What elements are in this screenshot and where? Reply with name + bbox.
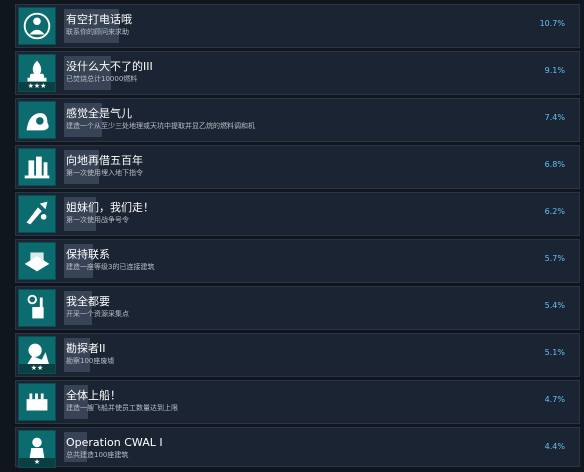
achievement-description: 第一次使用埋入地下指令 <box>66 169 143 177</box>
unlock-percent: 6.2% <box>544 207 565 216</box>
achievement-row: ★★ 勘探者II 勘察100座废墟 5.1% <box>15 333 580 377</box>
unlock-percent: 4.4% <box>544 442 565 451</box>
achievement-title: 全体上船！ <box>66 389 121 402</box>
achievement-text: 没什么大不了的III 已焚烧总计10000燃料 <box>66 60 153 84</box>
achievement-row: 向地再借五百年第一次使用埋入地下指令 6.8% <box>15 145 580 189</box>
unlock-percent: 4.7% <box>544 395 565 404</box>
achievement-text: 有空打电话哦联系你的顾问来求助 <box>66 13 132 37</box>
achievement-description: 建造一个从至少三处地理或天坑中提取并显乙烷的燃料调和机 <box>66 122 255 130</box>
achievement-description: 勘察100座废墟 <box>66 357 115 365</box>
connected-buildings-icon <box>18 242 56 280</box>
achievement-row: 姐妹们，我们走！ 第一次使用战争号令 6.2% <box>15 192 580 236</box>
achievement-text: Operation CWAL I 总共建造100座建筑 <box>66 436 163 460</box>
star-rating: ★★★ <box>19 82 55 91</box>
achievement-text: 感觉全是气儿建造一个从至少三处地理或天坑中提取并显乙烷的燃料调和机 <box>66 107 255 131</box>
achievement-description: 建造一艘飞船并使员工数量达到上限 <box>66 404 178 412</box>
achievement-text: 勘探者II 勘察100座废墟 <box>66 342 114 366</box>
star-rating: ★★ <box>19 364 55 373</box>
resource-drill-icon <box>18 289 56 327</box>
unlock-percent: 5.4% <box>544 301 565 310</box>
gas-refinery-icon <box>18 101 56 139</box>
achievement-description: 联系你的顾问来求助 <box>66 28 129 36</box>
achievement-row: ★★★ 没什么大不了的III 已焚烧总计10000燃料 9.1% <box>15 51 580 95</box>
achievement-row: 全体上船！ 建造一艘飞船并使员工数量达到上限 4.7% <box>15 380 580 424</box>
achievement-text: 姐妹们，我们走！ 第一次使用战争号令 <box>66 201 154 225</box>
bury-underground-icon <box>18 148 56 186</box>
fire-burner-icon: ★★★ <box>18 54 56 92</box>
achievement-text: 我全都要开采一个资源采集点 <box>66 295 129 319</box>
unlock-percent: 7.4% <box>544 113 565 122</box>
unlock-percent: 6.8% <box>544 160 565 169</box>
achievement-title: 感觉全是气儿 <box>66 107 132 120</box>
achievement-title: 勘探者II <box>66 342 106 355</box>
unlock-percent: 5.7% <box>544 254 565 263</box>
unlock-percent: 5.1% <box>544 348 565 357</box>
unlock-percent: 9.1% <box>544 66 565 75</box>
star-rating: ★ <box>19 458 55 467</box>
achievement-title: 有空打电话哦 <box>66 13 132 26</box>
achievement-title: Operation CWAL I <box>66 436 163 449</box>
achievement-text: 全体上船！ 建造一艘飞船并使员工数量达到上限 <box>66 389 178 413</box>
achievement-description: 建造一座等级3的已连接建筑 <box>66 263 155 271</box>
achievement-description: 第一次使用战争号令 <box>66 216 129 224</box>
achievement-title: 没什么大不了的III <box>66 60 153 73</box>
achievement-title: 姐妹们，我们走！ <box>66 201 154 214</box>
achievement-description: 总共建造100座建筑 <box>66 451 129 459</box>
achievement-row: ★ Operation CWAL I 总共建造100座建筑 4.4% <box>15 427 580 468</box>
achievement-text: 保持联系建造一座等级3的已连接建筑 <box>66 248 154 272</box>
achievement-description: 已焚烧总计10000燃料 <box>66 75 138 83</box>
prospector-icon: ★★ <box>18 336 56 374</box>
construction-worker-icon: ★ <box>18 430 56 468</box>
achievement-title: 保持联系 <box>66 248 110 261</box>
achievement-row: 有空打电话哦联系你的顾问来求助 10.7% <box>15 4 580 48</box>
achievement-list: 有空打电话哦 联系你的顾问来求助 10.7% ★★★ 没什么大不了的III 已焚烧总计10… <box>0 0 584 472</box>
achievement-text: 向地再借五百年第一次使用埋入地下指令 <box>66 154 143 178</box>
achievement-row: 我全都要开采一个资源采集点 5.4% <box>15 286 580 330</box>
achievement-title: 向地再借五百年 <box>66 154 143 167</box>
achievement-description: 开采一个资源采集点 <box>66 310 129 318</box>
achievement-title: 我全都要 <box>66 295 110 308</box>
phone-call-icon <box>18 7 56 45</box>
achievement-row: 感觉全是气儿建造一个从至少三处地理或天坑中提取并显乙烷的燃料调和机 7.4% <box>15 98 580 142</box>
war-horn-icon <box>18 195 56 233</box>
achievement-row: 保持联系建造一座等级3的已连接建筑 5.7% <box>15 239 580 283</box>
unlock-percent: 10.7% <box>539 19 565 28</box>
airship-crew-icon <box>18 383 56 421</box>
